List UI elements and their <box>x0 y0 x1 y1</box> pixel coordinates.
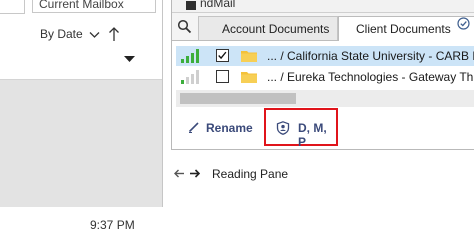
tab-client-documents-label: Client Documents <box>356 22 451 36</box>
arrow-left-icon[interactable] <box>174 169 184 178</box>
document-tabs-row: Account Documents Client Documents <box>172 13 474 41</box>
checkmark-icon <box>218 51 227 60</box>
tab-account-documents[interactable]: Account Documents <box>198 16 338 40</box>
tab-client-documents[interactable]: Client Documents <box>338 16 474 41</box>
rename-button-label: Rename <box>206 121 253 135</box>
folder-icon <box>241 72 257 83</box>
mailbox-scope-label: Current Mailbox <box>39 0 124 11</box>
search-box-stub[interactable] <box>0 0 25 14</box>
shield-user-icon <box>276 121 290 135</box>
signal-strength-icon <box>181 70 199 84</box>
arrow-right-icon[interactable] <box>190 169 200 178</box>
folder-icon <box>241 51 257 62</box>
checkmark-badge-icon <box>457 17 470 30</box>
dmp-button-label: D, M, P <box>298 121 327 149</box>
dmp-profile-button[interactable]: D, M, P <box>264 108 338 149</box>
document-path: ... / Eureka Technologies - Gateway Th <box>267 70 474 84</box>
reading-pane-label: Reading Pane <box>212 167 289 181</box>
document-path: ... / California State University - CARB… <box>267 49 474 63</box>
tab-account-documents-label: Account Documents <box>222 22 330 36</box>
row-checkbox[interactable] <box>216 70 229 83</box>
ndmail-addin-panel: ndMail Account Documents Client Document… <box>171 0 474 150</box>
row-checkbox[interactable] <box>216 49 229 62</box>
selected-message-item[interactable]: 9:37 PM <box>0 80 162 232</box>
document-row[interactable]: ... / California State University - CARB… <box>176 46 474 66</box>
reading-pane-area: ndMail Account Documents Client Document… <box>162 0 474 207</box>
rename-button[interactable]: Rename <box>188 118 258 138</box>
search-icon[interactable] <box>177 19 192 34</box>
horizontal-scrollbar[interactable] <box>176 90 474 107</box>
addin-title: ndMail <box>200 0 236 10</box>
scrollbar-thumb[interactable] <box>180 93 296 104</box>
signal-strength-icon <box>181 49 199 63</box>
mailbox-scope-dropdown[interactable]: Current Mailbox <box>32 0 156 13</box>
sort-arrow-icon[interactable] <box>108 26 120 42</box>
document-row[interactable]: ... / Eureka Technologies - Gateway Th <box>176 67 474 87</box>
reading-pane-nav: Reading Pane <box>171 164 371 184</box>
filter-caret-icon[interactable] <box>124 56 135 62</box>
documents-grid: ... / California State University - CARB… <box>176 46 474 112</box>
sort-by-label[interactable]: By Date <box>40 27 83 41</box>
message-time: 9:37 PM <box>90 218 135 232</box>
addin-title-bar: ndMail <box>172 0 474 13</box>
chevron-down-icon[interactable] <box>89 31 100 39</box>
addin-logo-icon <box>186 1 196 10</box>
pencil-icon <box>188 122 199 133</box>
message-list-pane: Current Mailbox By Date 9:37 PM <box>0 0 162 232</box>
